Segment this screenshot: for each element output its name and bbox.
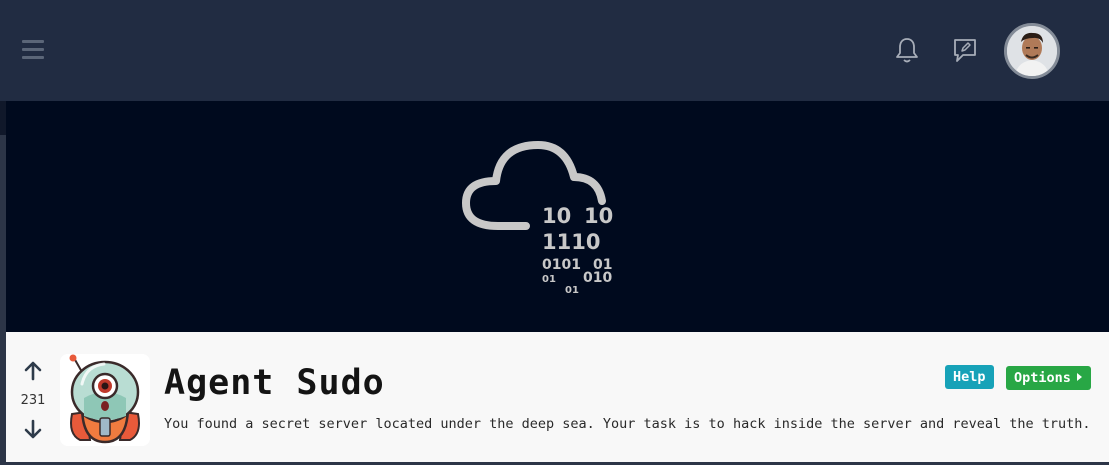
binary-text: 01 <box>542 274 556 285</box>
vote-count: 231 <box>20 393 46 408</box>
arrow-up-icon[interactable] <box>22 360 44 382</box>
avatar-image <box>1007 26 1057 76</box>
room-logo <box>60 354 150 446</box>
bell-icon[interactable] <box>893 35 921 65</box>
binary-text: 01 <box>565 285 579 296</box>
binary-text: 10 <box>584 204 613 228</box>
robot-mascot-image <box>60 354 150 446</box>
binary-text: 10 <box>542 204 571 228</box>
arrow-down-icon[interactable] <box>22 418 44 440</box>
binary-text: 010 <box>583 270 612 286</box>
user-avatar[interactable] <box>1004 23 1060 79</box>
feedback-icon[interactable] <box>951 35 979 65</box>
binary-text: 0101 <box>542 257 581 273</box>
binary-text: 1110 <box>542 230 600 254</box>
options-button[interactable]: Options <box>1006 366 1091 390</box>
caret-right-icon <box>1076 373 1082 381</box>
top-navbar <box>0 0 1109 101</box>
cloud-binary-icon: 10 10 1110 0101 01 01 010 01 <box>462 141 613 296</box>
room-banner: 10 10 1110 0101 01 01 010 01 <box>6 101 1109 332</box>
room-title: Agent Sudo <box>164 363 385 403</box>
menu-icon[interactable] <box>22 40 44 60</box>
room-header: 231 Agent Sudo You found a secret server… <box>6 332 1109 465</box>
options-label: Options <box>1014 370 1071 386</box>
room-description: You found a secret server located under … <box>164 416 1091 432</box>
help-button[interactable]: Help <box>945 365 994 389</box>
